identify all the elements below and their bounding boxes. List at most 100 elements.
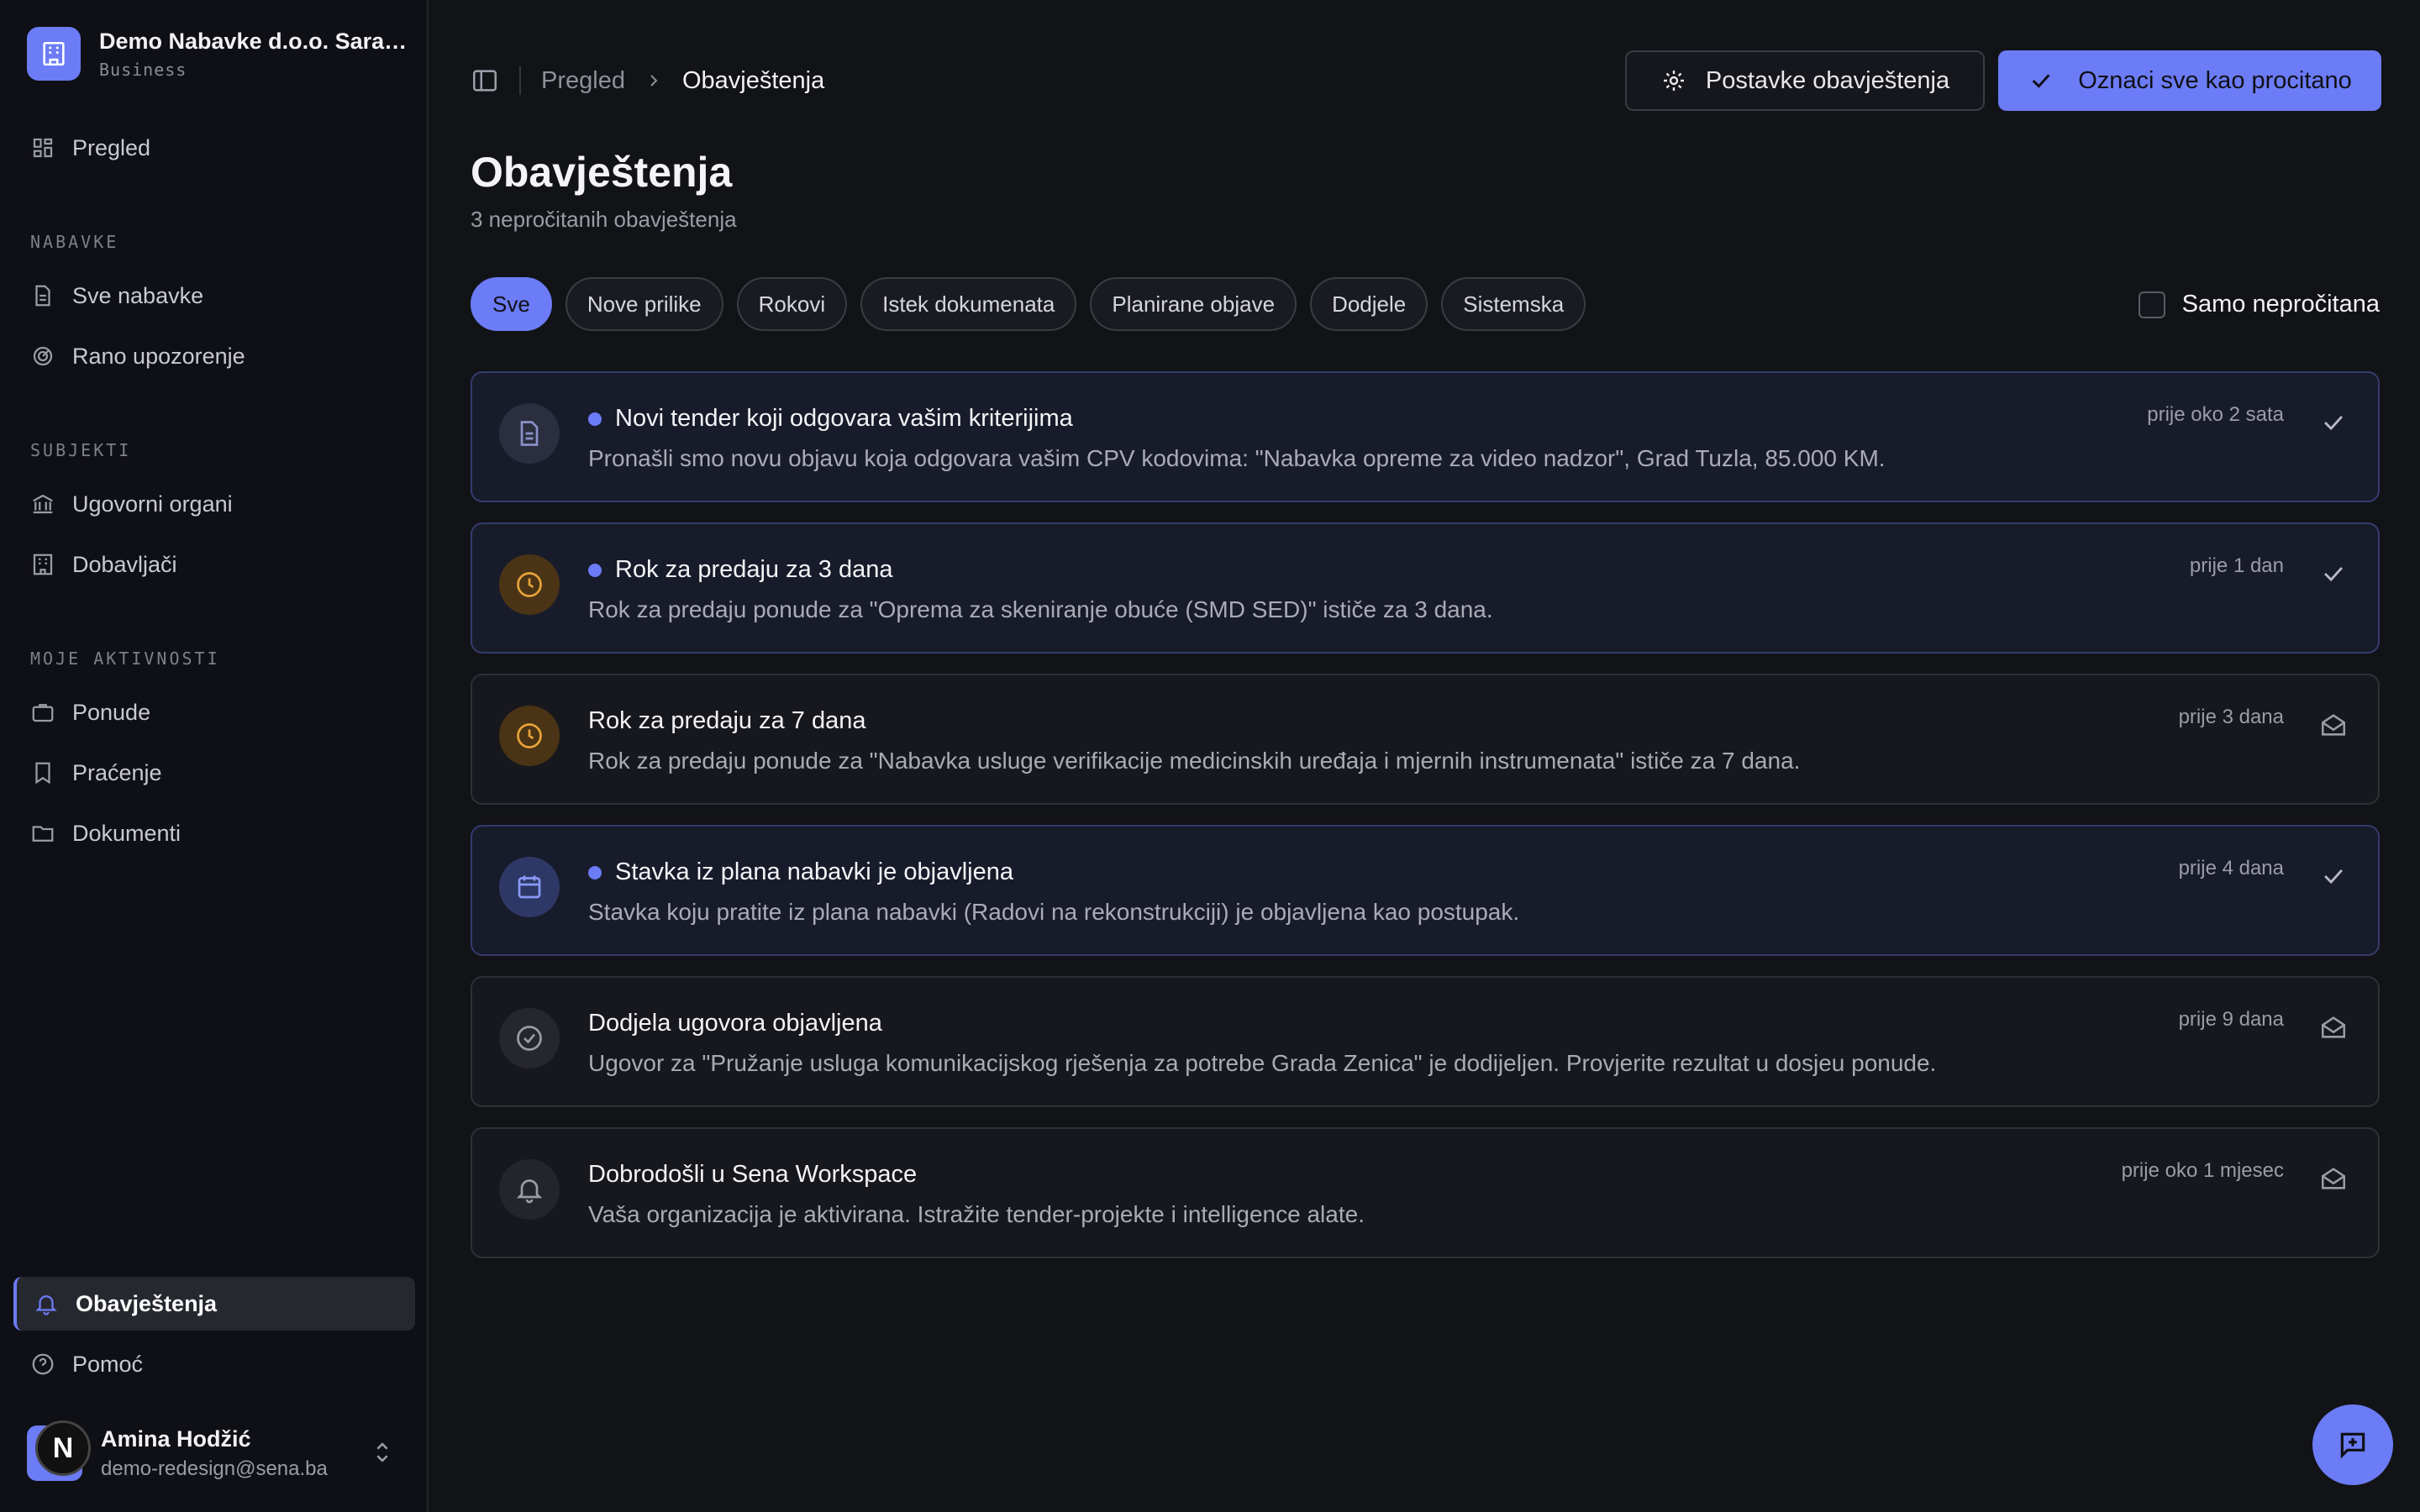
landmark-icon: [33, 494, 53, 514]
notification-title: Rok za predaju za 3 dana: [588, 556, 893, 584]
notification-card[interactable]: Rok za predaju za 7 dana Rok za predaju …: [471, 674, 2380, 805]
mark-read-check-icon[interactable]: [2319, 862, 2348, 890]
building-icon: [27, 27, 81, 81]
chevron-right-icon: [650, 75, 658, 87]
section-label-aktivnosti: MOJE AKTIVNOSTI: [30, 648, 220, 669]
unread-dot: [588, 412, 602, 426]
sidebar-item-ugovorni-organi[interactable]: Ugovorni organi: [13, 477, 415, 531]
filter-chip-rokovi[interactable]: Rokovi: [736, 277, 848, 331]
sidebar-item-label: Dobavljači: [72, 551, 177, 577]
notification-title-text: Rok za predaju za 3 dana: [615, 556, 893, 583]
gear-icon: [1663, 71, 1684, 91]
mail-open-icon[interactable]: [2319, 1013, 2348, 1042]
sidebar-toggle-icon[interactable]: [471, 66, 499, 95]
notification-card[interactable]: Dodjela ugovora objavljena Ugovor za "Pr…: [471, 976, 2380, 1107]
divider: [519, 66, 521, 95]
briefcase-icon: [32, 704, 54, 722]
file-icon: [35, 285, 50, 307]
clock-icon: [499, 554, 560, 615]
notification-title-text: Dodjela ugovora objavljena: [588, 1010, 882, 1037]
topbar: Pregled Obavještenja: [471, 50, 824, 111]
folder-icon: [32, 826, 54, 842]
mail-open-icon[interactable]: [2319, 711, 2348, 739]
filter-chip-nove-prilike[interactable]: Nove prilike: [565, 277, 723, 331]
sidebar-item-sve-nabavke[interactable]: Sve nabavke: [13, 269, 415, 323]
sidebar-item-label: Pomoć: [72, 1351, 144, 1377]
notification-title-text: Novi tender koji odgovara vašim kriterij…: [615, 405, 1073, 432]
sidebar-item-pregled[interactable]: Pregled: [13, 121, 415, 175]
sidebar-item-label: Pregled: [72, 134, 151, 160]
notification-body: Pronašli smo novu objavu koja odgovara v…: [588, 445, 1886, 471]
chevrons-up-down-icon[interactable]: [368, 1438, 397, 1467]
org-plan: Business: [99, 59, 187, 80]
help-circle-icon: [32, 1353, 54, 1375]
sidebar-item-dokumenti[interactable]: Dokumenti: [13, 806, 415, 860]
unread-only-label: Samo nepročitana: [2181, 291, 2380, 318]
notification-title: Dobrodošli u Sena Workspace: [588, 1161, 917, 1189]
mark-read-check-icon[interactable]: [2319, 559, 2348, 588]
notification-time: prije 3 dana: [2178, 706, 2284, 728]
avatar: N: [27, 1420, 91, 1481]
filter-chip-sve[interactable]: Sve: [471, 277, 552, 331]
unread-dot: [588, 865, 602, 879]
unread-dot: [588, 563, 602, 577]
notification-title-text: Rok za predaju za 7 dana: [588, 707, 866, 734]
sidebar-item-rano-upozorenje[interactable]: Rano upozorenje: [13, 329, 415, 383]
notification-time: prije 1 dan: [2189, 554, 2284, 577]
notification-card[interactable]: Novi tender koji odgovara vašim kriterij…: [471, 371, 2380, 502]
notification-time: prije 9 dana: [2178, 1008, 2284, 1031]
notification-body: Rok za predaju ponude za "Nabavka usluge…: [588, 748, 1801, 774]
breadcrumb: Pregled Obavještenja: [541, 67, 824, 95]
message-plus-icon: [2340, 1432, 2365, 1459]
filter-chip-istek-dokumenata[interactable]: Istek dokumenata: [860, 277, 1077, 331]
notification-body: Stavka koju pratite iz plana nabavki (Ra…: [588, 899, 1520, 925]
calendar-icon: [499, 857, 560, 917]
user-email: demo-redesign@sena.ba: [101, 1457, 328, 1480]
building-icon: [33, 554, 53, 575]
sidebar-item-dobavljaci[interactable]: Dobavljači: [13, 538, 415, 591]
notification-title: Dodjela ugovora objavljena: [588, 1010, 882, 1037]
breadcrumb-current: Obavještenja: [681, 66, 825, 94]
mark-read-check-icon[interactable]: [2319, 408, 2348, 437]
notification-list: Novi tender koji odgovara vašim kriterij…: [471, 371, 2380, 1278]
mark-all-read-button[interactable]: Oznaci sve kao procitano: [1998, 50, 2381, 111]
notification-settings-label: Postavke obavještenja: [1705, 66, 1950, 94]
mail-open-icon[interactable]: [2319, 1164, 2348, 1193]
notification-time: prije 4 dana: [2178, 857, 2284, 879]
badge-check-icon: [499, 1008, 560, 1068]
notification-card[interactable]: Dobrodošli u Sena Workspace Vaša organiz…: [471, 1127, 2380, 1258]
sidebar-item-label: Sve nabavke: [72, 282, 204, 308]
notification-body: Vaša organizacija je aktivirana. Istraži…: [588, 1201, 1365, 1227]
section-label-subjekti: SUBJEKTI: [30, 440, 132, 460]
section-label-nabavke: NABAVKE: [30, 232, 119, 252]
sidebar-item-label: Ugovorni organi: [72, 491, 233, 517]
sidebar-item-pracenje[interactable]: Praćenje: [13, 746, 415, 800]
sidebar-item-ponude[interactable]: Ponude: [13, 685, 415, 739]
sidebar-item-obavjestenja[interactable]: Obavještenja: [13, 1277, 415, 1331]
notification-time: prije oko 2 sata: [2147, 403, 2284, 426]
filter-chip-planirane-objave[interactable]: Planirane objave: [1090, 277, 1297, 331]
check-icon: [2032, 74, 2050, 88]
bell-icon: [35, 1295, 57, 1315]
filter-chips: Sve Nove prilike Rokovi Istek dokumenata…: [471, 277, 1586, 331]
document-icon: [499, 403, 560, 464]
notification-title-text: Stavka iz plana nabavki je objavljena: [615, 858, 1013, 885]
notification-title: Novi tender koji odgovara vašim kriterij…: [588, 405, 1073, 433]
sidebar-item-label: Rano upozorenje: [72, 343, 245, 369]
chat-fab-button[interactable]: [2312, 1404, 2393, 1485]
sidebar-item-label: Ponude: [72, 699, 151, 725]
filter-chip-dodjele[interactable]: Dodjele: [1310, 277, 1428, 331]
unread-only-checkbox[interactable]: [2138, 291, 2165, 318]
notification-card[interactable]: Rok za predaju za 3 dana Rok za predaju …: [471, 522, 2380, 654]
sidebar: Demo Nabavke d.o.o. Saraje... Business P…: [0, 0, 429, 1512]
sidebar-item-pomoc[interactable]: Pomoć: [13, 1337, 415, 1391]
bell-icon: [499, 1159, 560, 1220]
notification-card[interactable]: Stavka iz plana nabavki je objavljena St…: [471, 825, 2380, 956]
unread-only-toggle[interactable]: Samo nepročitana: [2138, 291, 2380, 318]
user-menu[interactable]: N Amina Hodžić demo-redesign@sena.ba: [27, 1420, 405, 1487]
notification-settings-button[interactable]: Postavke obavještenja: [1625, 50, 1985, 111]
radar-icon: [33, 346, 53, 366]
breadcrumb-parent[interactable]: Pregled: [541, 67, 625, 95]
filter-chip-sistemska[interactable]: Sistemska: [1441, 277, 1586, 331]
org-switcher[interactable]: Demo Nabavke d.o.o. Saraje... Business: [27, 27, 410, 81]
